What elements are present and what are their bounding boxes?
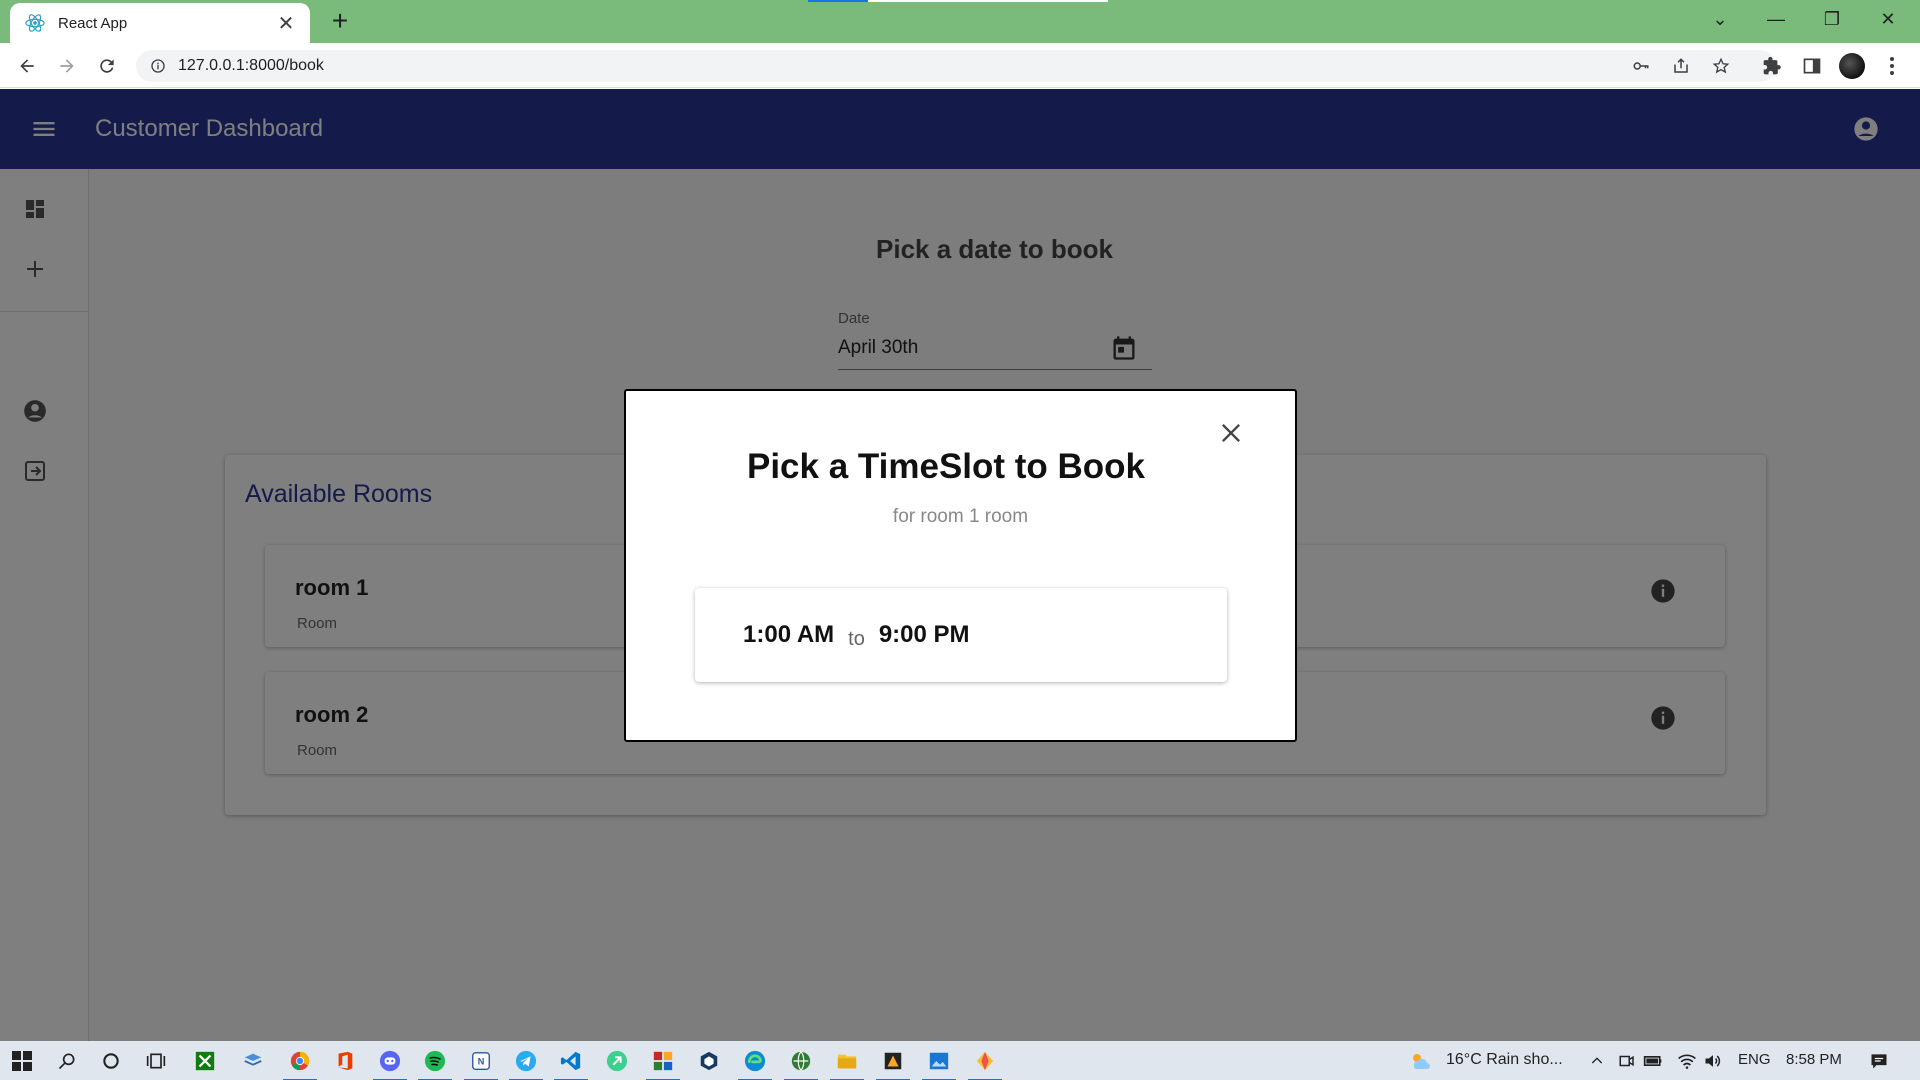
telegram-icon[interactable] — [509, 1048, 543, 1080]
loading-indicator — [808, 0, 1108, 2]
timeslot-modal: Pick a TimeSlot to Book for room 1 room … — [624, 389, 1297, 742]
weather-icon[interactable] — [1407, 1048, 1433, 1074]
taskbar: N 16°C Rain sho... ENG 8:58 PM — [0, 1041, 1920, 1080]
weather-text[interactable]: 16°C Rain sho... — [1446, 1051, 1563, 1069]
xbox-icon[interactable] — [192, 1048, 218, 1074]
files-app-icon[interactable] — [240, 1048, 266, 1074]
site-info-icon[interactable] — [150, 58, 166, 74]
close-icon[interactable] — [1217, 419, 1245, 447]
file-explorer-icon[interactable] — [830, 1048, 864, 1080]
media-app-icon[interactable] — [876, 1048, 910, 1080]
browser-toolbar: 127.0.0.1:8000/book — [0, 43, 1920, 88]
minimize-icon[interactable]: — — [1748, 0, 1804, 38]
new-tab-icon[interactable]: + — [325, 7, 355, 37]
password-key-icon[interactable] — [1630, 55, 1652, 77]
reload-icon[interactable] — [92, 51, 122, 81]
profile-avatar[interactable] — [1837, 51, 1867, 81]
url-text: 127.0.0.1:8000/book — [178, 57, 324, 74]
chrome-icon[interactable] — [283, 1048, 317, 1080]
wifi-icon[interactable] — [1674, 1048, 1700, 1074]
task-view-icon[interactable] — [143, 1048, 169, 1074]
office-icon[interactable] — [332, 1048, 358, 1074]
chevron-up-icon[interactable] — [1584, 1048, 1610, 1074]
spotify-icon[interactable] — [418, 1048, 452, 1080]
volume-icon[interactable] — [1700, 1048, 1726, 1074]
bookmark-star-icon[interactable] — [1710, 55, 1732, 77]
extensions-icon[interactable] — [1757, 51, 1787, 81]
battery-icon[interactable] — [1640, 1048, 1666, 1074]
search-icon[interactable] — [54, 1048, 80, 1074]
tab-close-icon[interactable]: ✕ — [274, 11, 298, 36]
discord-icon[interactable] — [373, 1048, 407, 1080]
restore-icon[interactable]: ❐ — [1804, 0, 1860, 38]
language-indicator[interactable]: ENG — [1738, 1051, 1771, 1068]
virtualbox-icon[interactable] — [696, 1048, 722, 1074]
browser-tabstrip: React App ✕ + ⌄ — ❐ ✕ — [0, 0, 1920, 43]
window-close-icon[interactable]: ✕ — [1860, 0, 1916, 38]
tab-search-icon[interactable]: ⌄ — [1692, 0, 1748, 38]
slot-separator: to — [848, 627, 865, 650]
vscode-icon[interactable] — [554, 1048, 588, 1080]
browser-menu-icon[interactable] — [1877, 51, 1907, 81]
share-icon[interactable] — [1670, 55, 1692, 77]
network-app-icon[interactable] — [784, 1048, 818, 1080]
timeslot-card[interactable]: 1:00 AM to 9:00 PM — [695, 588, 1227, 682]
address-bar[interactable]: 127.0.0.1:8000/book — [136, 50, 1776, 82]
slot-end: 9:00 PM — [878, 621, 970, 648]
photos-icon[interactable] — [922, 1048, 956, 1080]
forward-icon[interactable] — [52, 51, 82, 81]
notifications-icon[interactable] — [1866, 1048, 1892, 1074]
word-icon[interactable]: N — [464, 1048, 498, 1080]
svg-text:N: N — [478, 1057, 485, 1067]
side-panel-icon[interactable] — [1797, 51, 1827, 81]
tab-title: React App — [58, 14, 128, 32]
modal-subtitle: for room 1 room — [892, 506, 1029, 527]
browser-tab[interactable]: React App ✕ — [10, 3, 310, 43]
back-icon[interactable] — [12, 51, 42, 81]
meet-icon[interactable] — [1614, 1048, 1640, 1074]
modal-title: Pick a TimeSlot to Book — [746, 447, 1146, 486]
windows-start-icon[interactable] — [9, 1048, 35, 1074]
tools-app-icon[interactable] — [646, 1048, 680, 1080]
slot-start: 1:00 AM — [743, 621, 835, 648]
cortana-icon[interactable] — [98, 1048, 124, 1074]
clock[interactable]: 8:58 PM — [1786, 1051, 1842, 1068]
git-app-icon[interactable] — [604, 1048, 630, 1074]
edge-icon[interactable] — [738, 1048, 772, 1080]
react-icon — [25, 14, 45, 32]
sketch-icon[interactable] — [968, 1048, 1002, 1080]
